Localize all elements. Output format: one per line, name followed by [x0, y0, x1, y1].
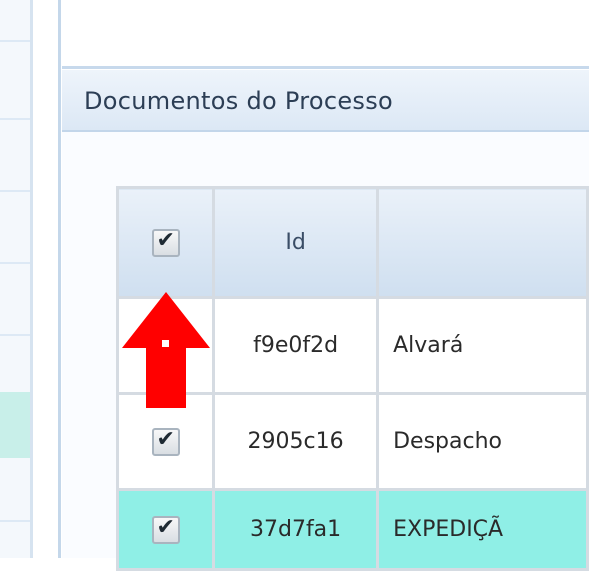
description-column-header[interactable] [376, 186, 589, 299]
row-checkbox[interactable] [151, 427, 180, 456]
sidebar-divider [0, 520, 30, 522]
sidebar-divider [0, 118, 30, 120]
document-type-cell: Alvará [376, 296, 589, 395]
panel-top-border [62, 66, 589, 69]
sidebar-divider [0, 190, 30, 192]
id-column-header[interactable]: Id [212, 186, 380, 299]
document-id-cell: f9e0f2d [212, 296, 380, 395]
sidebar-selected-item[interactable] [0, 392, 30, 458]
panel-border-left [30, 0, 33, 558]
document-id-cell: 2905c16 [212, 392, 380, 491]
row-checkbox[interactable] [151, 515, 180, 544]
sidebar-divider [0, 262, 30, 264]
select-all-checkbox[interactable] [151, 228, 180, 257]
red-up-arrow-marker-icon [122, 292, 210, 408]
panel-title: Documentos do Processo [84, 87, 394, 115]
select-all-header[interactable] [115, 186, 216, 299]
sidebar-divider [0, 334, 30, 336]
left-sidebar-strip [0, 0, 30, 558]
sidebar-divider [0, 40, 30, 42]
table-header-row: Id [115, 186, 589, 299]
document-type-cell: Despacho [376, 392, 589, 491]
panel-header: Documentos do Processo [62, 70, 589, 132]
panel-border-inner [58, 0, 61, 558]
